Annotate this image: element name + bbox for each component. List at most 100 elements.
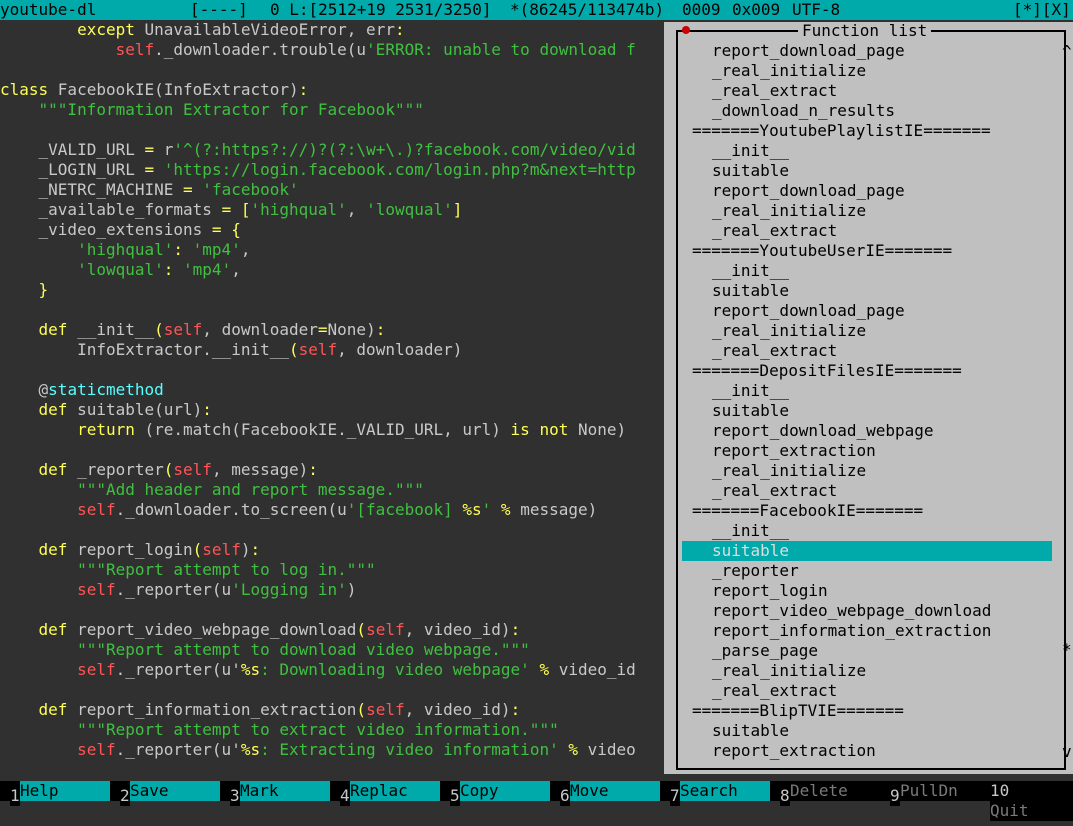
function-list-group[interactable]: =======YoutubeUserIE======= <box>682 241 1052 261</box>
code-line[interactable]: """Report attempt to extract video infor… <box>0 720 662 740</box>
scroll-up-icon[interactable]: ^ <box>1062 42 1072 62</box>
function-list-item[interactable]: report_download_page <box>682 301 1052 321</box>
function-list-item[interactable]: report_extraction <box>682 441 1052 461</box>
function-list-item[interactable]: report_information_extraction <box>682 621 1052 641</box>
fkey-delete[interactable]: 8Delete <box>780 781 880 806</box>
function-list-item[interactable]: _parse_page <box>682 641 1052 661</box>
function-list-item[interactable]: report_login <box>682 581 1052 601</box>
function-list-item[interactable]: _real_extract <box>682 481 1052 501</box>
function-list-item[interactable]: __init__ <box>682 261 1052 281</box>
function-list-item[interactable]: _real_initialize <box>682 201 1052 221</box>
code-line[interactable]: _NETRC_MACHINE = 'facebook' <box>0 180 662 200</box>
fkey-replac[interactable]: 4Replac <box>340 781 440 806</box>
fkey-help[interactable]: 1Help <box>10 781 110 806</box>
function-list-item[interactable]: report_download_page <box>682 41 1052 61</box>
function-list-item[interactable]: _real_initialize <box>682 61 1052 81</box>
code-line[interactable]: class FacebookIE(InfoExtractor): <box>0 80 662 100</box>
function-list-item[interactable]: report_video_webpage_download <box>682 601 1052 621</box>
function-list-group[interactable]: =======FacebookIE======= <box>682 501 1052 521</box>
close-dot-icon[interactable] <box>682 26 690 34</box>
fkey-copy[interactable]: 5Copy <box>450 781 550 806</box>
function-list-item[interactable]: _real_extract <box>682 221 1052 241</box>
function-list-item[interactable]: report_download_page <box>682 181 1052 201</box>
code-line[interactable]: _available_formats = ['highqual', 'lowqu… <box>0 200 662 220</box>
function-list-item[interactable]: _real_extract <box>682 81 1052 101</box>
code-line[interactable] <box>0 120 662 140</box>
fkey-mark[interactable]: 3Mark <box>230 781 330 806</box>
function-list-item[interactable]: suitable <box>682 401 1052 421</box>
function-list-item[interactable]: report_download_webpage <box>682 421 1052 441</box>
fkey-label: Save <box>130 781 220 801</box>
function-list-item[interactable]: _reporter <box>682 561 1052 581</box>
code-line[interactable]: 'lowqual': 'mp4', <box>0 260 662 280</box>
code-line[interactable]: } <box>0 280 662 300</box>
function-list-item[interactable]: __init__ <box>682 521 1052 541</box>
function-list-item[interactable]: suitable <box>682 161 1052 181</box>
code-line[interactable]: self._downloader.to_screen(u'[facebook] … <box>0 500 662 520</box>
status-char-hex: 0x009 <box>732 0 781 19</box>
code-line[interactable]: self._reporter(u'%s: Extracting video in… <box>0 740 662 760</box>
function-list-group[interactable]: =======YoutubePlaylistIE======= <box>682 121 1052 141</box>
function-list-group[interactable]: =======DepositFilesIE======= <box>682 361 1052 381</box>
code-line[interactable] <box>0 360 662 380</box>
function-list-item[interactable]: _real_extract <box>682 341 1052 361</box>
code-line[interactable] <box>0 300 662 320</box>
code-line[interactable]: def suitable(url): <box>0 400 662 420</box>
code-line[interactable]: def report_login(self): <box>0 540 662 560</box>
code-line[interactable]: self._downloader.trouble(u'ERROR: unable… <box>0 40 662 60</box>
code-token: report_login <box>77 540 193 559</box>
code-line[interactable]: self._reporter(u'Logging in') <box>0 580 662 600</box>
code-line[interactable] <box>0 520 662 540</box>
code-line[interactable]: def report_video_webpage_download(self, … <box>0 620 662 640</box>
function-list-item[interactable]: _real_extract <box>682 681 1052 701</box>
code-token: ( <box>154 320 164 339</box>
function-list-item[interactable]: suitable <box>682 721 1052 741</box>
function-list-item[interactable]: _real_initialize <box>682 661 1052 681</box>
code-token: % <box>558 740 588 759</box>
code-line[interactable]: self._reporter(u'%s: Downloading video w… <box>0 660 662 680</box>
code-token: suitable(url) <box>77 400 203 419</box>
function-list-item[interactable]: _real_initialize <box>682 461 1052 481</box>
function-list-item[interactable]: __init__ <box>682 381 1052 401</box>
function-list-item[interactable]: suitable <box>682 281 1052 301</box>
function-list-item[interactable]: __init__ <box>682 141 1052 161</box>
function-list-item[interactable]: suitable <box>682 541 1052 561</box>
code-line[interactable]: _LOGIN_URL = 'https://login.facebook.com… <box>0 160 662 180</box>
code-line[interactable] <box>0 680 662 700</box>
code-line[interactable]: def report_information_extraction(self, … <box>0 700 662 720</box>
window-controls[interactable]: [*][X] <box>1013 0 1071 20</box>
function-list-group[interactable]: =======BlipTVIE======= <box>682 701 1052 721</box>
scroll-down-icon[interactable]: v <box>1062 742 1072 762</box>
code-line[interactable]: """Add header and report message.""" <box>0 480 662 500</box>
fkey-save[interactable]: 2Save <box>120 781 220 806</box>
code-line[interactable]: """Report attempt to log in.""" <box>0 560 662 580</box>
code-line[interactable]: """Information Extractor for Facebook""" <box>0 100 662 120</box>
code-token: message) <box>520 500 598 519</box>
code-line[interactable]: def __init__(self, downloader=None): <box>0 320 662 340</box>
code-line[interactable]: _VALID_URL = r'^(?:https?://)?(?:\w+\.)?… <box>0 140 662 160</box>
code-line[interactable] <box>0 440 662 460</box>
code-editor[interactable]: except UnavailableVideoError, err: self.… <box>0 20 662 780</box>
code-line[interactable]: return (re.match(FacebookIE._VALID_URL, … <box>0 420 662 440</box>
function-list[interactable]: report_download_page _real_initialize _rea… <box>682 41 1052 761</box>
fkey-quit[interactable]: 10Quit <box>990 781 1073 821</box>
code-line[interactable]: 'highqual': 'mp4', <box>0 240 662 260</box>
function-list-item[interactable]: _real_initialize <box>682 321 1052 341</box>
function-list-item[interactable]: _download_n_results <box>682 101 1052 121</box>
code-line[interactable]: InfoExtractor.__init__(self, downloader) <box>0 340 662 360</box>
code-token: ( <box>288 340 299 359</box>
fkey-number: 7 <box>670 786 680 806</box>
code-line[interactable]: @staticmethod <box>0 380 662 400</box>
code-token: : <box>250 540 261 559</box>
fkey-search[interactable]: 7Search <box>670 781 770 806</box>
code-line[interactable] <box>0 60 662 80</box>
code-line[interactable]: _video_extensions = { <box>0 220 662 240</box>
fkey-number: 4 <box>340 786 350 806</box>
function-list-item[interactable]: report_extraction <box>682 741 1052 761</box>
code-line[interactable]: def _reporter(self, message): <box>0 460 662 480</box>
code-line[interactable]: except UnavailableVideoError, err: <box>0 20 662 40</box>
fkey-move[interactable]: 6Move <box>560 781 660 806</box>
code-line[interactable]: """Report attempt to download video webp… <box>0 640 662 660</box>
code-line[interactable] <box>0 600 662 620</box>
fkey-pulldn[interactable]: 9PullDn <box>890 781 990 806</box>
